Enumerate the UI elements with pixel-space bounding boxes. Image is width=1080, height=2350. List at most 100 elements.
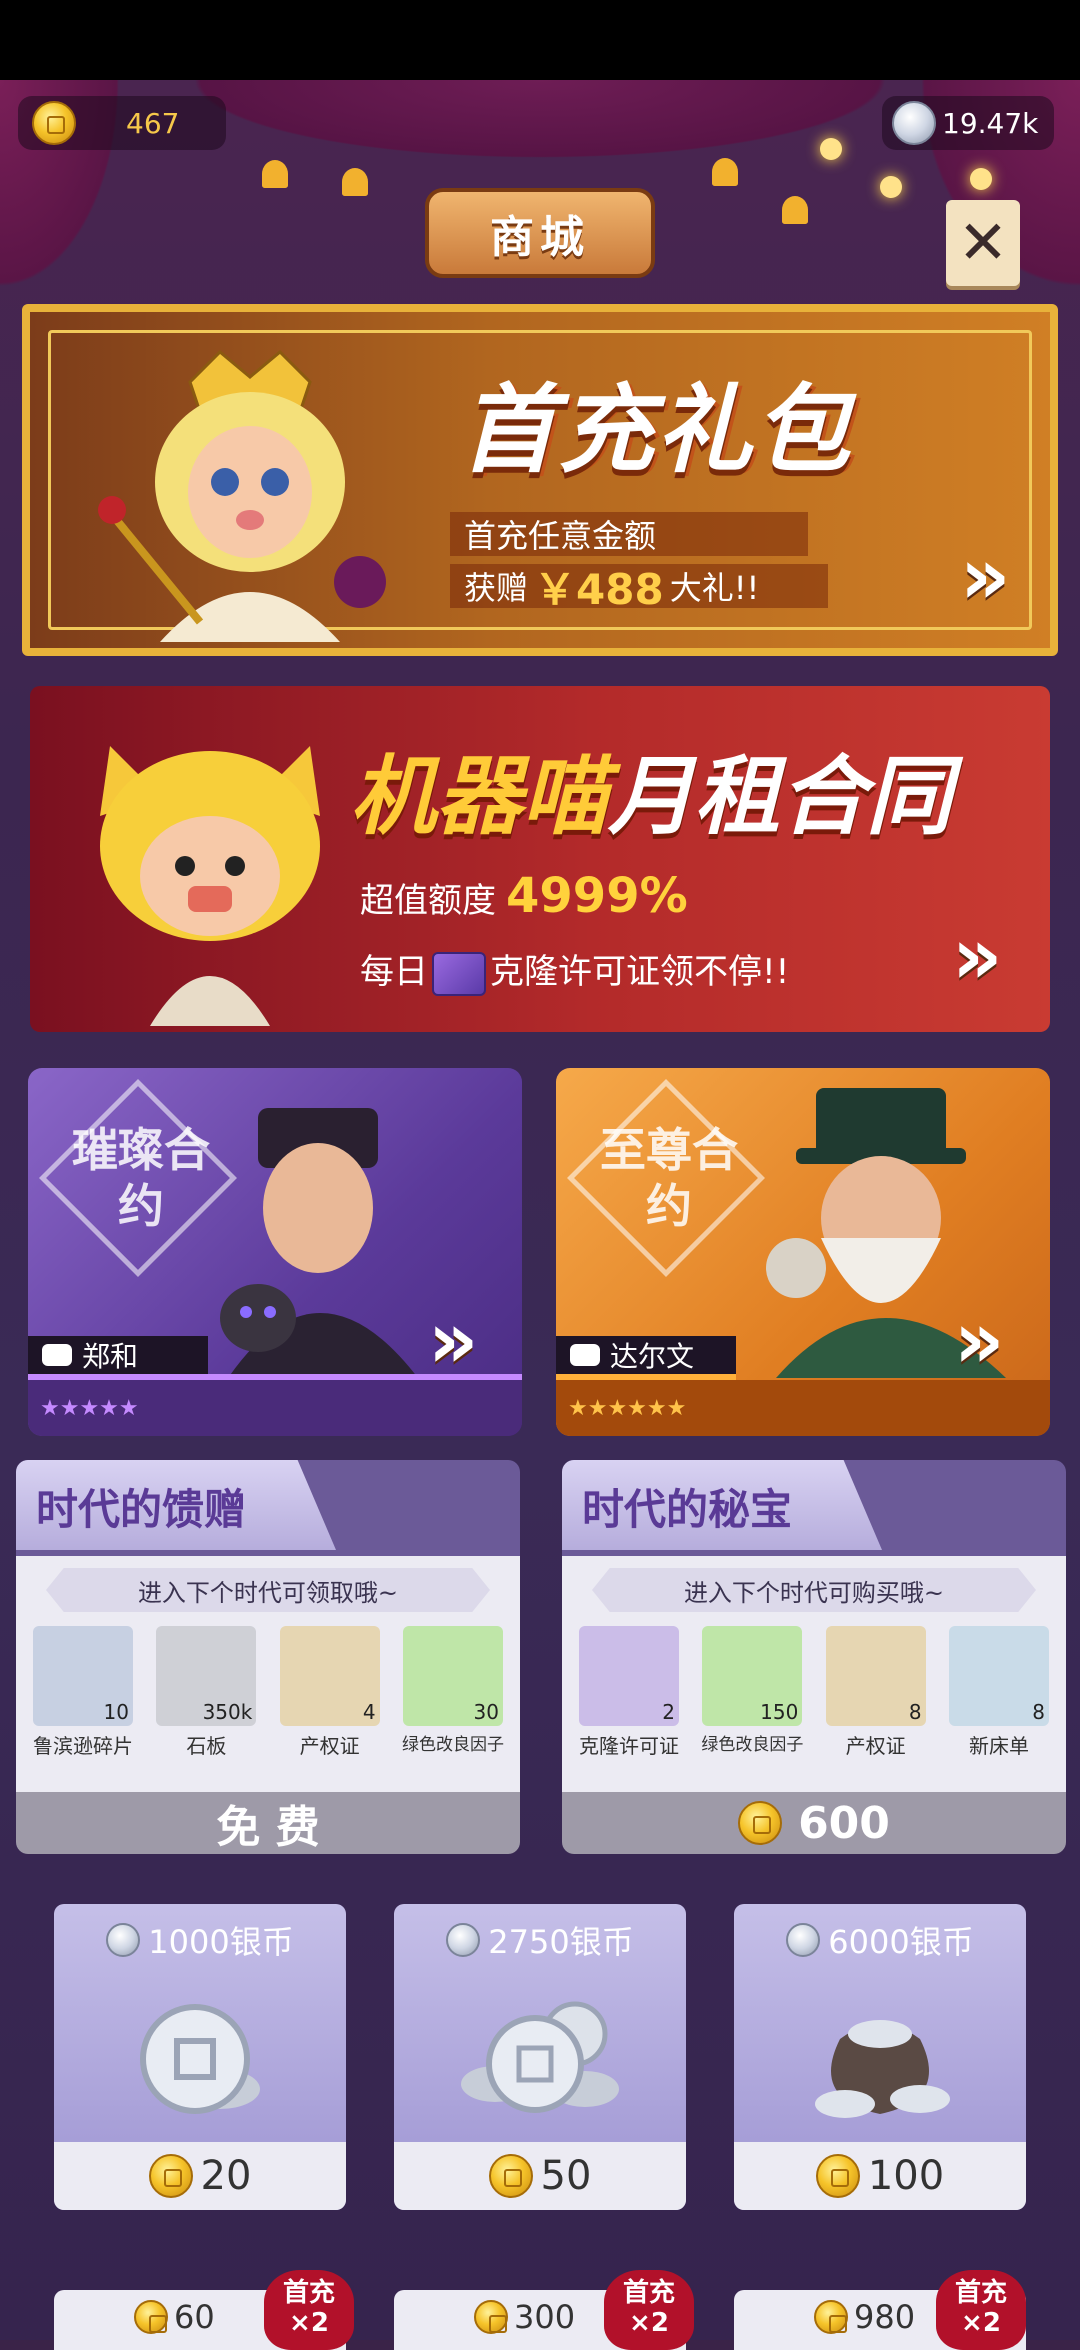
green-factor-icon: 150 [702,1626,803,1726]
first-charge-title: 首充礼包 [460,374,852,486]
pack-price: 50 [394,2142,686,2210]
gold-pack-60[interactable]: 60 首充×2 [54,2270,354,2350]
gold-coin-icon [148,2154,193,2198]
value-text: 60 [174,2298,215,2336]
gold-coin-icon [738,1801,783,1845]
panel-title-tab: 时代的秘宝 [562,1460,882,1550]
item-label: 石板 [186,1734,227,1758]
gold-coin-icon [134,2300,168,2334]
first-charge-double-badge: 首充×2 [936,2270,1026,2350]
list-item[interactable]: 8 新床单 [946,1626,1052,1759]
zhenghe-character-image [220,1108,418,1378]
stone-slab-icon: 350k [156,1626,257,1726]
silver-balance[interactable]: 19.47k [882,96,1054,150]
monthly-contract-banner[interactable]: 机器喵月租合同 超值额度 4999% 每日 克隆许可证领不停!! » [30,686,1050,1032]
list-item[interactable]: 8 产权证 [823,1626,929,1759]
first-charge-double-badge: 首充×2 [604,2270,694,2350]
panel-title-tab: 时代的馈赠 [16,1460,336,1550]
item-list: 10 鲁滨逊碎片 350k 石板 4 产权证 30 绿色改良因子 [30,1626,506,1759]
first-charge-banner[interactable]: 首充礼包 首充任意金额 获赠 ￥488 大礼!! » [22,304,1058,656]
light-bulb [880,176,902,198]
panel-title: 时代的秘宝 [582,1485,793,1534]
robot-cat-character-image [100,746,320,1026]
item-count: 350k [202,1700,253,1724]
shop-title-plate: 商城 [425,188,655,278]
item-label: 绿色改良因子 [401,1735,504,1755]
character-name: 郑和 [82,1340,139,1373]
title-highlight: 机器喵 [350,747,608,847]
list-item[interactable]: 30 绿色改良因子 [400,1626,506,1759]
daily-desc: 克隆许可证领不停!! [490,952,790,992]
value-text: 980 [854,2298,916,2336]
claim-free-button[interactable]: 免 费 [16,1792,520,1854]
bell-icon [262,160,288,188]
pack-header: 2750银币 [394,1904,686,1976]
character-name-tag: 达尔文 [556,1336,736,1374]
item-label: 产权证 [299,1734,360,1758]
bed-sheet-icon: 8 [948,1626,1049,1726]
list-item[interactable]: 2 克隆许可证 [576,1626,682,1759]
buy-treasure-button[interactable]: 600 [562,1792,1066,1854]
item-count: 8 [1032,1700,1045,1724]
pack-label: 6000银币 [828,1923,974,1961]
item-count: 4 [362,1700,376,1724]
list-item[interactable]: 350k 石板 [153,1626,259,1759]
item-count: 10 [103,1700,129,1724]
star-rating: ★★★★★ [28,1380,522,1436]
contract-badge: 至尊合约 [600,1123,738,1233]
pack-price: 20 [54,2142,346,2210]
gold-coin-icon [814,2300,848,2334]
silver-pack-2750[interactable]: 2750银币 50 [394,1904,686,2210]
panel-body: 进入下个时代可领取哦~ 10 鲁滨逊碎片 350k 石板 4 产权证 30 绿色… [16,1556,520,1792]
contract-card-zhenghe[interactable]: 璀璨合约 郑和 ★★★★★ » [28,1068,522,1436]
gold-coin-icon [474,2300,508,2334]
close-button[interactable]: ✕ [946,200,1020,286]
monthly-line1: 超值额度 4999% [360,868,688,924]
silver-coin-icon [446,1923,481,1957]
property-deed-icon: 8 [825,1626,926,1726]
item-count: 150 [760,1700,799,1724]
silver-pack-6000[interactable]: 6000银币 100 [734,1904,1026,2210]
page-title: 商城 [490,212,590,263]
gold-pack-300[interactable]: 300 首充×2 [394,2270,694,2350]
clone-license-icon [432,951,486,996]
clone-license-icon: 2 [579,1626,679,1726]
pack-price: 100 [734,2142,1026,2210]
silver-coins-image [140,2004,260,2114]
title-main: 月租合同 [608,747,952,847]
panel-title: 时代的馈赠 [36,1485,247,1534]
gold-coin-icon [488,2154,533,2198]
list-item[interactable]: 10 鲁滨逊碎片 [30,1626,136,1759]
first-charge-line1: 首充任意金额 [450,512,808,556]
pack-image [734,1976,1026,2142]
robinson-shard-icon: 10 [33,1626,133,1726]
close-icon: ✕ [957,208,1009,278]
pack-value: 980 [814,2298,915,2336]
bell-icon [782,196,808,224]
reward-suffix: 大礼!! [669,569,760,607]
value-label: 超值额度 [360,881,496,921]
silver-coin-icon [106,1923,141,1957]
silver-pack-1000[interactable]: 1000银币 20 [54,1904,346,2210]
item-label: 克隆许可证 [579,1734,679,1758]
coins-icon [42,1344,72,1366]
gold-pack-980[interactable]: 980 首充×2 [734,2270,1026,2350]
gold-coin-icon [32,101,76,145]
panel-subtitle: 进入下个时代可购买哦~ [592,1568,1036,1612]
bell-icon [342,168,368,196]
microscope-icon [570,1344,600,1366]
list-item[interactable]: 4 产权证 [277,1626,383,1759]
light-bulb [820,138,842,160]
panel-body: 进入下个时代可购买哦~ 2 克隆许可证 150 绿色改良因子 8 产权证 8 新… [562,1556,1066,1792]
pack-value: 60 [134,2298,215,2336]
silver-sack-image [815,2020,950,2118]
star-rating: ★★★★★★ [556,1380,1050,1436]
list-item[interactable]: 150 绿色改良因子 [699,1626,805,1759]
monthly-line2: 每日 克隆许可证领不停!! [360,944,789,996]
gold-balance[interactable]: 467 [18,96,226,150]
pack-header: 1000银币 [54,1904,346,1976]
stars: ★★★★★ [40,1395,139,1421]
contract-card-darwin[interactable]: 至尊合约 达尔文 ★★★★★★ » [556,1068,1050,1436]
curtain-valance [140,80,940,170]
pack-header: 6000银币 [734,1904,1026,1976]
